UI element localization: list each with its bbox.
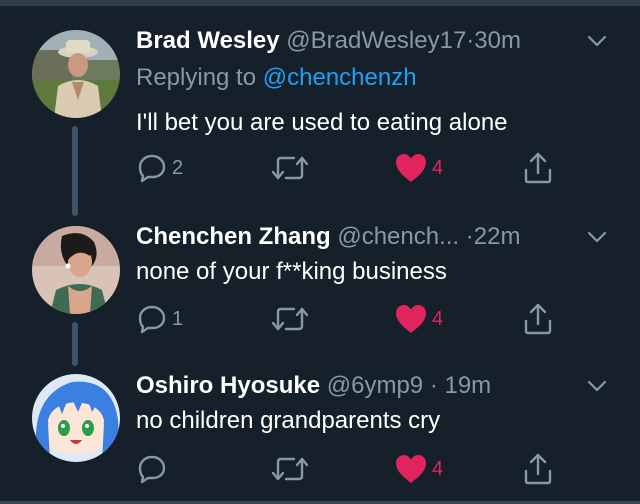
tweet-header: Chenchen Zhang @chench... ·22m [136, 221, 520, 253]
avatar[interactable] [32, 374, 120, 462]
display-name[interactable]: Chenchen Zhang [136, 223, 331, 250]
chevron-down-icon[interactable] [586, 30, 608, 52]
tweet-actions: 4 [136, 451, 566, 487]
reply-icon [138, 305, 166, 334]
share-icon [524, 152, 552, 184]
retweet-icon [272, 307, 308, 331]
tweet-actions: 2 4 [136, 150, 566, 186]
display-name[interactable]: Oshiro Hyosuke [136, 372, 320, 399]
timestamp[interactable]: 19m [444, 372, 491, 399]
user-handle[interactable]: @6ymp9 [327, 372, 423, 399]
reply-count: 1 [172, 307, 184, 330]
reply-button[interactable] [136, 451, 172, 487]
reply-button[interactable]: 1 [136, 301, 183, 337]
like-button[interactable]: 4 [394, 451, 443, 487]
timestamp[interactable]: 30m [474, 27, 521, 54]
tweet-text: none of your f**king business [136, 258, 447, 285]
reply-icon [138, 154, 166, 183]
like-button[interactable]: 4 [394, 301, 443, 337]
reply-count: 2 [172, 156, 184, 179]
top-border [0, 0, 640, 6]
tweet-text: I'll bet you are used to eating alone [136, 109, 508, 136]
reply-button[interactable]: 2 [136, 150, 183, 186]
tweet-text: no children grandparents cry [136, 407, 441, 434]
retweet-icon [272, 457, 308, 481]
user-handle[interactable]: @BradWesley17 [286, 27, 466, 54]
share-button[interactable] [522, 301, 554, 337]
like-count: 4 [432, 156, 444, 179]
retweet-button[interactable] [272, 150, 312, 186]
user-handle[interactable]: @chench... [337, 223, 459, 250]
share-button[interactable] [522, 451, 554, 487]
like-count: 4 [432, 457, 444, 480]
replying-to: Replying to @chenchenzh [136, 62, 417, 94]
replying-prefix: Replying to [136, 64, 257, 91]
share-icon [524, 303, 552, 335]
avatar[interactable] [32, 30, 120, 118]
mention-link[interactable]: @chenchenzh [263, 64, 417, 91]
share-button[interactable] [522, 150, 554, 186]
retweet-icon [272, 156, 308, 180]
heart-icon [396, 455, 426, 483]
tweet-header: Brad Wesley @BradWesley17·30m [136, 25, 521, 57]
display-name[interactable]: Brad Wesley [136, 27, 280, 54]
retweet-button[interactable] [272, 451, 312, 487]
retweet-button[interactable] [272, 301, 312, 337]
reply-icon [138, 455, 166, 484]
separator-dot: · [465, 223, 474, 250]
share-icon [524, 453, 552, 485]
like-count: 4 [432, 307, 444, 330]
heart-icon [396, 154, 426, 182]
tweet-actions: 1 4 [136, 301, 566, 337]
like-button[interactable]: 4 [394, 150, 443, 186]
avatar[interactable] [32, 226, 120, 314]
thread-line [72, 126, 78, 216]
tweet-header: Oshiro Hyosuke @6ymp9 · 19m [136, 370, 491, 402]
chevron-down-icon[interactable] [586, 375, 608, 397]
heart-icon [396, 305, 426, 333]
timestamp[interactable]: 22m [474, 223, 521, 250]
thread-line [72, 322, 78, 366]
separator-dot: · [429, 372, 438, 399]
chevron-down-icon[interactable] [586, 226, 608, 248]
